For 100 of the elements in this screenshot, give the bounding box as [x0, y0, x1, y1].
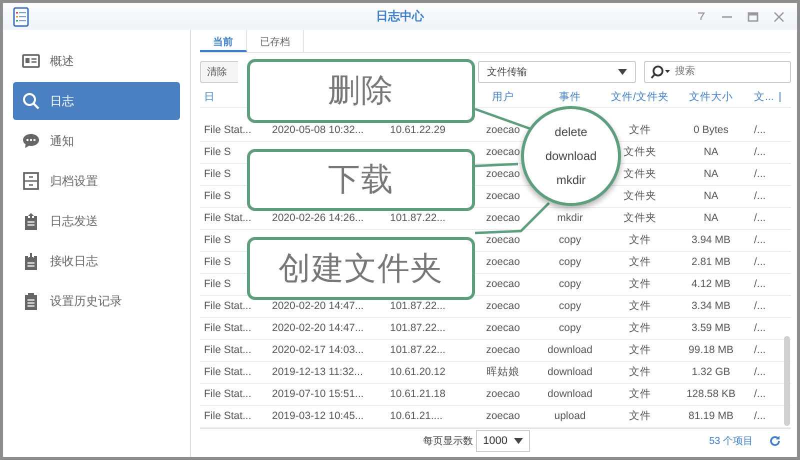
table-cell: download	[548, 366, 592, 378]
refresh-icon[interactable]	[769, 434, 781, 447]
table-cell: 文件	[629, 256, 651, 268]
page-size-dropdown[interactable]: 1000	[476, 430, 530, 452]
table-cell: 4.12 MB	[691, 278, 731, 290]
table-cell: 10.61.21....	[390, 410, 443, 422]
table-cell: 1.32 GB	[692, 366, 730, 378]
table-cell: 文件	[629, 388, 651, 400]
sidebar-item[interactable]: 日志发送	[13, 202, 180, 240]
tab[interactable]: 已存档	[247, 30, 304, 52]
item-count: 53 个项目	[709, 434, 753, 448]
table-cell: 文件	[629, 410, 651, 422]
table-cell: upload	[554, 410, 586, 422]
table-cell: NA	[704, 190, 718, 202]
table-cell: 10.61.22.29	[390, 124, 446, 136]
table-cell: copy	[558, 322, 582, 334]
clipboard-upload-icon	[22, 212, 40, 230]
table-cell: /...	[754, 300, 766, 312]
table-cell: /...	[754, 190, 766, 202]
table-cell: 文件夹	[624, 190, 656, 202]
table-cell: /...	[754, 168, 766, 180]
table-cell: /...	[754, 344, 766, 356]
sidebar-item[interactable]: 通知	[13, 122, 180, 160]
scrollbar-thumb[interactable]	[784, 336, 790, 426]
table-cell: /...	[754, 322, 766, 334]
table-cell: 2020-02-20 14:47...	[272, 300, 364, 312]
search-field[interactable]: 搜索	[644, 60, 791, 83]
table-cell: File S	[204, 190, 231, 202]
table-cell: File Stat...	[204, 212, 252, 224]
sidebar-item[interactable]: 概述	[13, 42, 180, 80]
column-menu-icon[interactable]	[778, 91, 782, 104]
clipboard-download-icon	[22, 252, 40, 270]
column-header[interactable]: 文...	[754, 91, 774, 104]
table-cell: /...	[754, 256, 766, 268]
notepad-icon	[13, 6, 29, 26]
callout-label: 删除	[328, 71, 394, 110]
table-cell: NA	[704, 146, 718, 158]
table-cell: 101.87.22...	[390, 212, 446, 224]
caret-icon	[618, 68, 627, 75]
table-cell: zoecao	[486, 190, 520, 202]
table-cell: File S	[204, 278, 231, 290]
search-icon	[22, 92, 40, 110]
table-cell: 3.34 MB	[691, 300, 731, 312]
table-cell: 文件	[629, 366, 651, 378]
table-cell: 0 Bytes	[693, 124, 729, 136]
table-cell: zoecao	[486, 388, 520, 400]
table-cell: copy	[558, 278, 582, 290]
column-header[interactable]: 事件	[559, 91, 581, 104]
table-cell: 99.18 MB	[688, 344, 734, 356]
clear-button[interactable]: 清除	[200, 60, 238, 83]
table-cell: /...	[754, 146, 766, 158]
table-cell: zoecao	[486, 300, 520, 312]
table-cell: 文件	[629, 300, 651, 312]
column-header[interactable]: 文件/文件夹	[611, 91, 669, 104]
table-cell: 文件夹	[624, 212, 656, 224]
table-cell: zoecao	[486, 146, 520, 158]
table-cell: copy	[558, 256, 582, 268]
table-cell: File Stat...	[204, 322, 252, 334]
id-card-icon	[22, 53, 40, 69]
column-header[interactable]: 日	[204, 91, 215, 104]
maximize-icon[interactable]	[747, 10, 759, 22]
table-cell: 文件夹	[624, 168, 656, 180]
table-cell: 101.87.22...	[390, 300, 446, 312]
filter-dropdown[interactable]: 文件传输	[478, 60, 636, 83]
column-header[interactable]: 文件大小	[689, 91, 733, 104]
table-cell: 81.19 MB	[688, 410, 734, 422]
table-cell: zoecao	[486, 124, 520, 136]
sidebar-item[interactable]: 日志	[13, 82, 180, 120]
table-cell: /...	[754, 212, 766, 224]
table-cell: NA	[704, 168, 718, 180]
table-cell: zoecao	[486, 168, 520, 180]
sidebar-item[interactable]: 设置历史记录	[13, 282, 180, 320]
table-cell: File S	[204, 234, 231, 246]
table-cell: 文件	[629, 234, 651, 246]
table-cell: /...	[754, 234, 766, 246]
table-cell: 10.61.20.12	[390, 366, 446, 378]
magnified-event: delete	[554, 125, 588, 139]
table-cell: File Stat...	[204, 366, 252, 378]
table-cell: 2019-03-12 10:45...	[272, 410, 364, 422]
table-cell: zoecao	[486, 256, 520, 268]
tab[interactable]: 当前	[200, 30, 247, 52]
sidebar-item[interactable]: 接收日志	[13, 242, 180, 280]
callout-label: 下载	[328, 160, 394, 199]
column-header[interactable]: 用户	[492, 91, 514, 104]
table-cell: copy	[558, 234, 582, 246]
table-cell: 晖姑娘	[486, 366, 520, 378]
help-icon[interactable]	[695, 10, 707, 22]
table-cell: File Stat...	[204, 300, 252, 312]
close-icon[interactable]	[773, 10, 785, 22]
table-cell: 2020-05-08 10:32...	[272, 124, 364, 136]
table-cell: File S	[204, 168, 231, 180]
table-cell: 2020-02-17 14:03...	[272, 344, 364, 356]
table-cell: 2020-02-20 14:47...	[272, 322, 364, 334]
search-icon[interactable]	[650, 64, 670, 79]
table-cell: 文件夹	[624, 146, 656, 158]
window-title: 日志中心	[375, 8, 426, 25]
table-cell: 2.81 MB	[691, 256, 731, 268]
sidebar-item[interactable]: 归档设置	[13, 162, 180, 200]
table-cell: 2020-02-26 14:26...	[272, 212, 364, 224]
table-cell: /...	[754, 278, 766, 290]
